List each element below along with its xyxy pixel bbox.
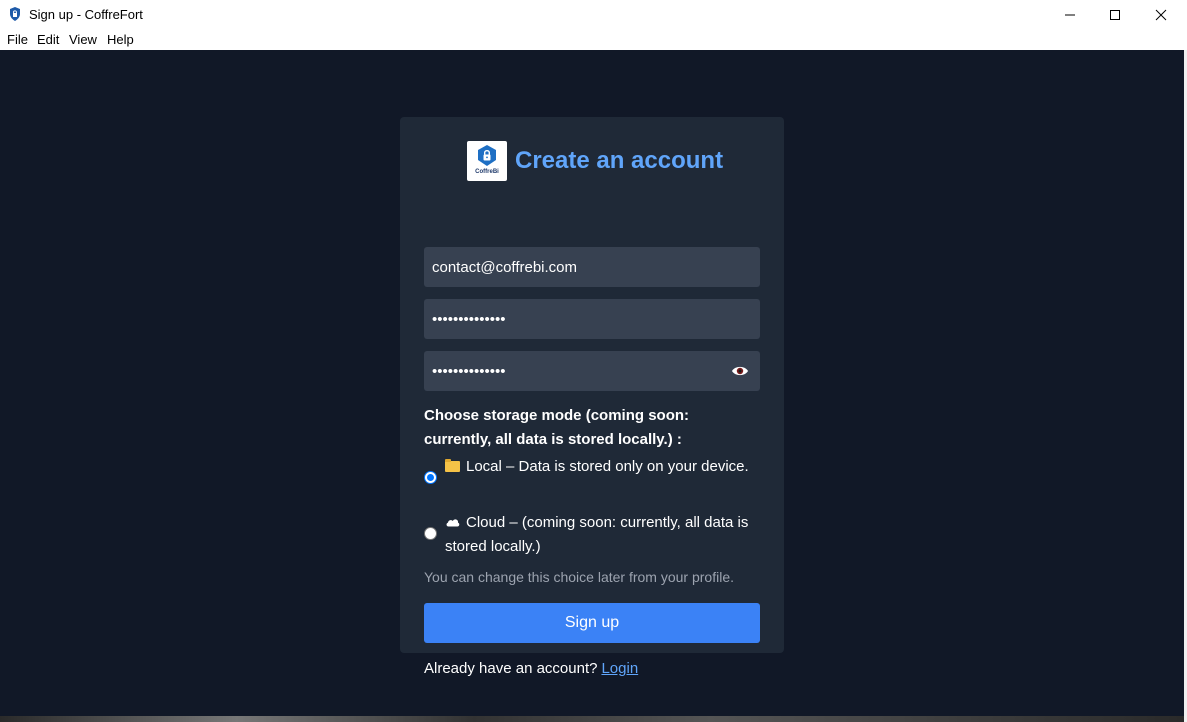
storage-hint: You can change this choice later from yo… <box>424 569 734 585</box>
close-icon <box>1155 9 1167 21</box>
page-title: Create an account <box>515 147 724 174</box>
menu-help[interactable]: Help <box>107 32 134 47</box>
confirm-password-field[interactable] <box>424 351 760 391</box>
login-link[interactable]: Login <box>601 660 638 677</box>
shield-lock-icon <box>8 6 22 22</box>
storage-cloud-label: Cloud – (coming soon: currently, all dat… <box>445 514 749 555</box>
menu-file[interactable]: File <box>7 32 28 47</box>
signup-button[interactable]: Sign up <box>424 603 760 643</box>
login-prompt-text: Already have an account? <box>424 660 598 677</box>
window-title: Sign up - CoffreFort <box>29 7 143 22</box>
cloud-icon <box>446 519 460 527</box>
app-logo: CoffreBi <box>467 141 507 181</box>
minimize-button[interactable] <box>1047 0 1093 30</box>
storage-local-radio[interactable] <box>424 471 437 484</box>
show-password-icon[interactable] <box>731 364 749 378</box>
maximize-button[interactable] <box>1092 0 1138 30</box>
main-content: CoffreBi Create an account Choose storag… <box>0 50 1184 716</box>
email-field[interactable] <box>424 247 760 287</box>
signup-card: CoffreBi Create an account Choose storag… <box>400 117 784 677</box>
login-prompt: Already have an account? Login <box>424 660 638 677</box>
taskbar-strip <box>0 716 1184 722</box>
storage-local-label: Local – Data is stored only on your devi… <box>466 458 749 475</box>
title-bar: Sign up - CoffreFort <box>0 0 1187 30</box>
menu-bar: File Edit View Help <box>0 30 1187 50</box>
storage-local-option[interactable]: Local – Data is stored only on your devi… <box>445 455 761 479</box>
close-button[interactable] <box>1138 0 1184 30</box>
maximize-icon <box>1110 10 1120 20</box>
lock-badge-icon <box>478 145 496 166</box>
menu-view[interactable]: View <box>69 32 97 47</box>
storage-mode-label: Choose storage mode (coming soon: curren… <box>424 407 690 448</box>
storage-cloud-option[interactable]: Cloud – (coming soon: currently, all dat… <box>445 511 761 559</box>
logo-text: CoffreBi <box>475 169 499 175</box>
minimize-icon <box>1065 14 1075 16</box>
menu-edit[interactable]: Edit <box>37 32 59 47</box>
folder-icon <box>445 459 460 472</box>
storage-cloud-radio[interactable] <box>424 527 437 540</box>
password-field[interactable] <box>424 299 760 339</box>
